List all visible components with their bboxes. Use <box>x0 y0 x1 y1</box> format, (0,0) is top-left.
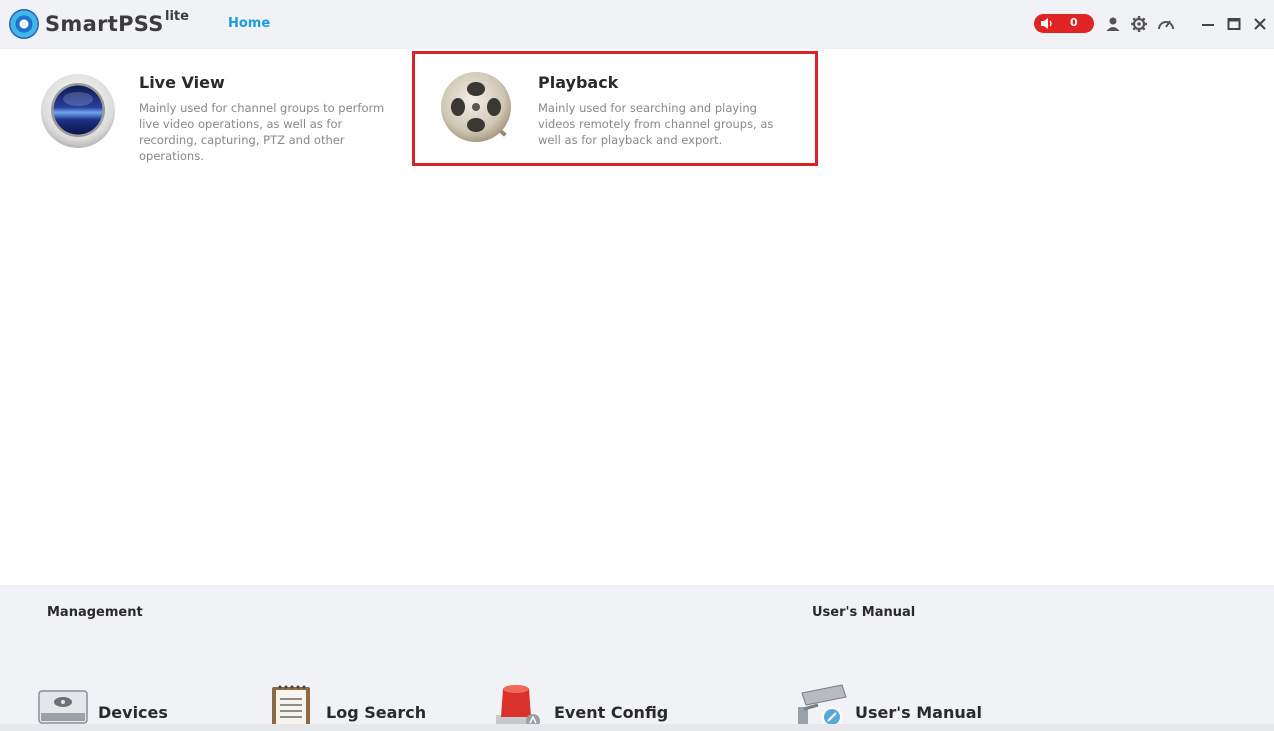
title-bar: SmartPSS lite Home 0 <box>0 0 1274 49</box>
users-manual-label: User's Manual <box>855 703 983 722</box>
app-logo-icon <box>9 9 39 39</box>
bottom-edge <box>0 724 1274 731</box>
speedometer-icon[interactable] <box>1157 15 1175 33</box>
live-view-card[interactable]: Live View Mainly used for channel groups… <box>40 49 400 167</box>
minimize-icon[interactable] <box>1199 15 1217 33</box>
devices-label: Devices <box>98 703 168 722</box>
live-view-title: Live View <box>139 73 225 92</box>
maximize-icon[interactable] <box>1225 15 1243 33</box>
alarm-siren-icon <box>496 685 540 727</box>
users-manual-title: User's Manual <box>812 605 916 620</box>
speaker-icon <box>1041 18 1052 29</box>
playback-highlight-frame <box>412 51 818 166</box>
module-area: Live View Mainly used for channel groups… <box>0 49 1274 585</box>
live-view-lens-icon <box>41 74 115 148</box>
notepad-icon <box>272 685 310 727</box>
camera-manual-icon <box>798 684 847 727</box>
management-title: Management <box>47 605 143 620</box>
close-icon[interactable] <box>1251 15 1269 33</box>
gear-icon[interactable] <box>1130 15 1148 33</box>
alarm-count: 0 <box>1070 16 1078 29</box>
log-search-label: Log Search <box>326 703 427 722</box>
user-icon[interactable] <box>1104 15 1122 33</box>
app-name-suffix: lite <box>165 9 189 24</box>
tab-home[interactable]: Home <box>228 16 270 31</box>
event-config-label: Event Config <box>554 703 669 722</box>
alarm-counter-button[interactable]: 0 <box>1034 14 1094 33</box>
app-name: SmartPSS <box>45 12 164 36</box>
live-view-description: Mainly used for channel groups to perfor… <box>139 101 385 163</box>
device-icon <box>38 690 88 724</box>
management-panel: Management User's Manual Devices Log Sea… <box>0 585 1274 731</box>
